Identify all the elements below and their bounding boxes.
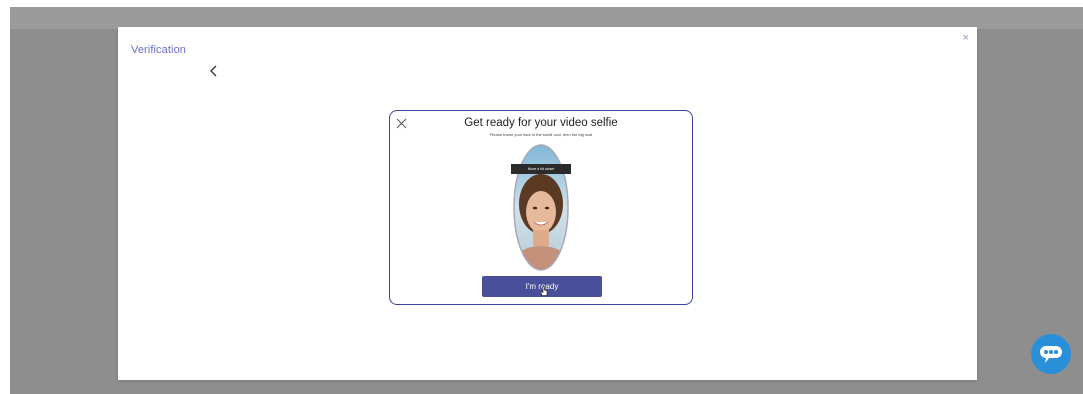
backdrop-top-band — [10, 7, 1083, 29]
hand-pointer-icon — [540, 286, 548, 296]
verification-modal: Verification × Get ready for your video … — [118, 27, 977, 380]
close-icon[interactable]: × — [963, 33, 969, 44]
chat-icon — [1040, 346, 1062, 363]
modal-title: Verification — [131, 44, 187, 56]
chevron-left-icon[interactable] — [206, 61, 222, 81]
selfie-instructions-card: Get ready for your video selfie Please f… — [389, 110, 693, 305]
card-subtitle: Please frame your face in the small oval… — [489, 132, 593, 137]
face-position-hint: Move a bit closer — [511, 164, 571, 174]
chat-button[interactable] — [1031, 334, 1071, 374]
card-title: Get ready for your video selfie — [464, 117, 618, 129]
